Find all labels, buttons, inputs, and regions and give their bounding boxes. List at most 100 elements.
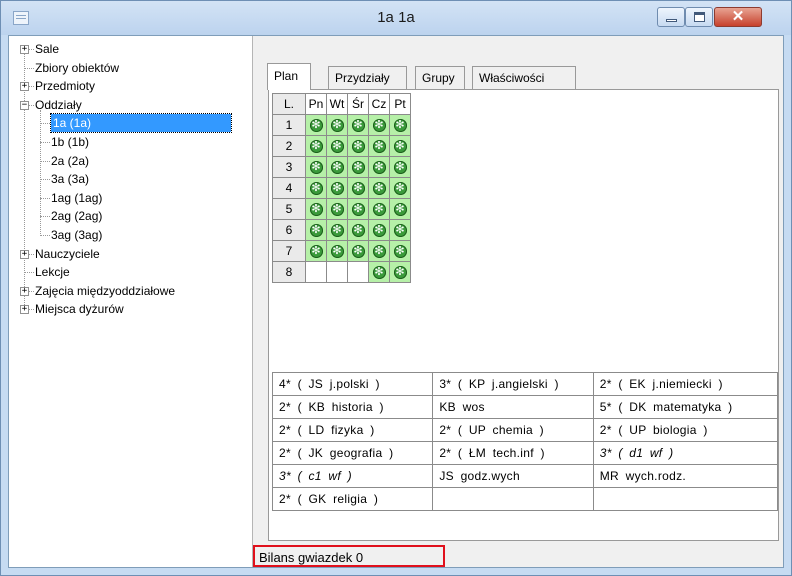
tree-node[interactable]: 1ag (1ag) <box>51 189 102 207</box>
timetable-cell[interactable] <box>326 261 348 283</box>
timetable-cell[interactable]: ✻ <box>326 135 348 157</box>
expand-icon[interactable]: + <box>20 305 29 315</box>
tree-node[interactable]: 3ag (3ag) <box>51 226 102 244</box>
tree-node[interactable]: 1a (1a) <box>50 113 232 134</box>
tree-node[interactable]: 3a (3a) <box>51 170 89 188</box>
grid-corner: L. <box>272 93 306 115</box>
subject-cell[interactable]: 3* ( d1 wf ) <box>592 441 779 465</box>
tree-node[interactable]: Zbiory obiektów <box>35 59 119 77</box>
timetable-cell[interactable]: ✻ <box>347 198 369 220</box>
timetable-cell[interactable] <box>347 261 369 283</box>
green-star-icon: ✻ <box>309 224 323 238</box>
timetable-cell[interactable]: ✻ <box>305 156 327 178</box>
timetable-cell[interactable]: ✻ <box>347 219 369 241</box>
timetable-cell[interactable]: ✻ <box>389 114 411 136</box>
timetable-cell[interactable] <box>305 261 327 283</box>
timetable-cell[interactable]: ✻ <box>368 114 390 136</box>
collapse-icon[interactable]: − <box>20 100 29 110</box>
expand-icon[interactable]: + <box>20 82 29 92</box>
minimize-button[interactable] <box>657 7 685 27</box>
tree-node[interactable]: Zajęcia międzyoddziałowe <box>35 282 175 300</box>
day-header[interactable]: Pn <box>305 93 327 115</box>
day-header[interactable]: Wt <box>326 93 348 115</box>
subject-row: 2* ( JK geografia ) 2* ( ŁM tech.inf ) 3* … <box>271 441 779 465</box>
timetable-cell[interactable]: ✻ <box>347 114 369 136</box>
green-star-icon: ✻ <box>372 203 386 217</box>
subject-cell[interactable]: JS godz.wych <box>432 464 594 488</box>
timetable-cell[interactable]: ✻ <box>347 240 369 262</box>
maximize-button[interactable] <box>685 7 713 27</box>
timetable-cell[interactable]: ✻ <box>305 219 327 241</box>
tree-node-label: 1b (1b) <box>51 135 90 149</box>
subject-cell[interactable]: 5* ( DK matematyka ) <box>592 395 779 419</box>
subject-cell[interactable]: 2* ( ŁM tech.inf ) <box>432 441 594 465</box>
timetable-cell[interactable]: ✻ <box>326 240 348 262</box>
day-header[interactable]: Cz <box>368 93 390 115</box>
timetable-cell[interactable]: ✻ <box>368 177 390 199</box>
subject-cell[interactable]: 2* ( KB historia ) <box>271 395 434 419</box>
timetable-cell[interactable]: ✻ <box>326 156 348 178</box>
subject-cell[interactable]: 2* ( LD fizyka ) <box>271 418 434 442</box>
subject-cell[interactable] <box>592 487 779 511</box>
subject-cell[interactable]: 2* ( JK geografia ) <box>271 441 434 465</box>
timetable-cell[interactable]: ✻ <box>368 261 390 283</box>
title-bar[interactable]: 1a 1a ✕ <box>1 1 791 35</box>
subject-list: 4* ( JS j.polski ) 3* ( KP j.angielski ) 2… <box>271 372 779 511</box>
timetable-cell[interactable]: ✻ <box>305 135 327 157</box>
green-star-icon: ✻ <box>393 140 407 154</box>
subject-cell[interactable]: 4* ( JS j.polski ) <box>271 372 434 396</box>
timetable-cell[interactable]: ✻ <box>305 240 327 262</box>
tree-node[interactable]: Przedmioty <box>35 77 95 95</box>
subject-cell[interactable]: 3* ( c1 wf ) <box>271 464 434 488</box>
timetable-cell[interactable]: ✻ <box>368 156 390 178</box>
timetable-cell[interactable]: ✻ <box>347 177 369 199</box>
timetable-cell[interactable]: ✻ <box>305 114 327 136</box>
timetable-cell[interactable]: ✻ <box>326 114 348 136</box>
close-button[interactable]: ✕ <box>714 7 762 27</box>
expand-icon[interactable]: + <box>20 249 29 259</box>
timetable-cell[interactable]: ✻ <box>389 219 411 241</box>
tree-node[interactable]: Lekcje <box>35 263 70 281</box>
subject-cell[interactable]: 2* ( UP chemia ) <box>432 418 594 442</box>
subject-cell[interactable]: KB wos <box>432 395 594 419</box>
subject-cell[interactable]: 3* ( KP j.angielski ) <box>432 372 594 396</box>
tab-przydziały[interactable]: Przydziały <box>328 66 407 89</box>
expand-icon[interactable]: + <box>20 45 29 54</box>
subject-cell[interactable]: 2* ( EK j.niemiecki ) <box>592 372 779 396</box>
timetable-cell[interactable]: ✻ <box>389 198 411 220</box>
timetable-cell[interactable]: ✻ <box>389 240 411 262</box>
expand-icon[interactable]: + <box>20 286 29 296</box>
timetable-cell[interactable]: ✻ <box>368 135 390 157</box>
timetable-cell[interactable]: ✻ <box>368 240 390 262</box>
timetable-cell[interactable]: ✻ <box>347 156 369 178</box>
subject-cell[interactable]: MR wych.rodz. <box>592 464 779 488</box>
tree-node[interactable]: 2a (2a) <box>51 152 89 170</box>
timetable-cell[interactable]: ✻ <box>389 156 411 178</box>
timetable-cell[interactable]: ✻ <box>368 219 390 241</box>
tree-node[interactable]: 2ag (2ag) <box>51 207 102 225</box>
subject-cell[interactable]: 2* ( UP biologia ) <box>592 418 779 442</box>
timetable-cell[interactable]: ✻ <box>389 261 411 283</box>
tab-plan[interactable]: Plan <box>267 63 311 90</box>
day-header[interactable]: Śr <box>347 93 369 115</box>
timetable-cell[interactable]: ✻ <box>305 177 327 199</box>
object-tree[interactable]: + Sale Zbiory obiektów + Przedmioty − Oddziały… <box>9 36 253 567</box>
tree-node[interactable]: 1b (1b) <box>51 133 89 151</box>
tab-grupy[interactable]: Grupy <box>415 66 465 89</box>
tree-node[interactable]: Nauczyciele <box>35 245 100 263</box>
tree-node[interactable]: Sale <box>35 40 59 58</box>
subject-cell[interactable] <box>432 487 594 511</box>
tree-node[interactable]: Miejsca dyżurów <box>35 300 124 318</box>
tab-właściwości[interactable]: Właściwości <box>472 66 576 89</box>
timetable-cell[interactable]: ✻ <box>389 135 411 157</box>
day-header[interactable]: Pt <box>389 93 411 115</box>
timetable-cell[interactable]: ✻ <box>347 135 369 157</box>
tree-node[interactable]: Oddziały <box>35 96 82 114</box>
timetable-cell[interactable]: ✻ <box>368 198 390 220</box>
timetable-cell[interactable]: ✻ <box>305 198 327 220</box>
timetable-cell[interactable]: ✻ <box>326 177 348 199</box>
timetable-cell[interactable]: ✻ <box>389 177 411 199</box>
timetable-cell[interactable]: ✻ <box>326 198 348 220</box>
timetable-cell[interactable]: ✻ <box>326 219 348 241</box>
subject-cell[interactable]: 2* ( GK religia ) <box>271 487 434 511</box>
